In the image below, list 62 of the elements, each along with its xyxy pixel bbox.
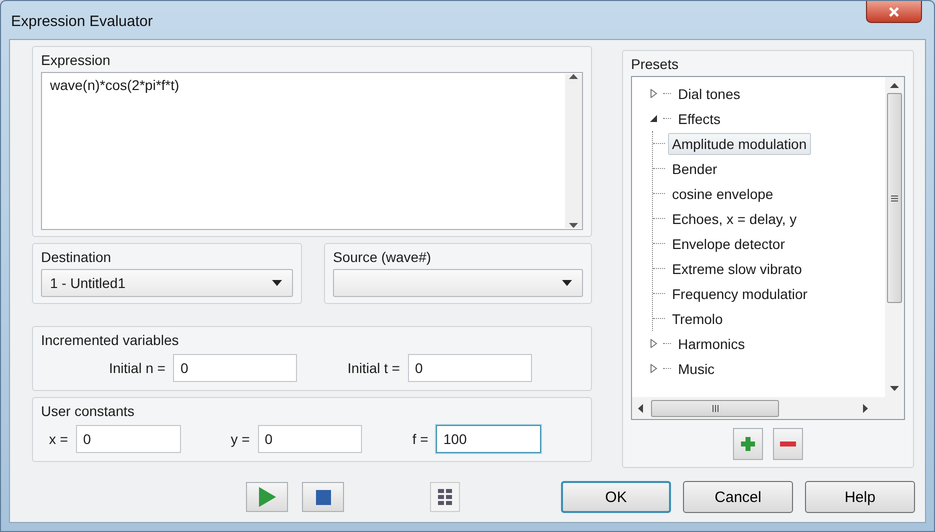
tree-item[interactable]: Bender — [668, 158, 722, 180]
expression-field[interactable]: wave(n)*cos(2*pi*f*t) — [41, 72, 583, 230]
grid-icon — [438, 489, 452, 505]
up-arrow-icon — [890, 83, 899, 88]
play-icon — [258, 487, 276, 507]
minus-icon — [780, 441, 796, 447]
down-arrow-icon — [569, 223, 578, 228]
window-title: Expression Evaluator — [11, 13, 153, 30]
collapsed-arrow-icon[interactable] — [648, 89, 658, 98]
tree-item[interactable]: cosine envelope — [668, 182, 778, 204]
horizontal-scrollbar[interactable] — [632, 397, 904, 419]
add-button[interactable] — [733, 428, 763, 460]
tree-item[interactable]: Echoes, x = delay, y — [668, 208, 801, 230]
field-label: x = — [49, 431, 68, 447]
field-label: y = — [230, 431, 250, 447]
play-button[interactable] — [246, 482, 288, 512]
input-field[interactable]: 100 — [436, 425, 541, 453]
group-label: Expression — [41, 52, 110, 68]
left-arrow-icon — [638, 404, 643, 412]
dialog-button[interactable]: Cancel — [683, 481, 793, 513]
collapsed-arrow-icon[interactable] — [648, 339, 658, 348]
group-label: Presets — [631, 56, 678, 72]
tree-item[interactable]: Tremolo — [668, 308, 727, 330]
tree-item[interactable]: Envelope detector — [668, 232, 789, 254]
stop-icon — [316, 490, 330, 504]
tree-item[interactable]: Music — [674, 358, 719, 380]
group-label: Incremented variables — [41, 332, 179, 348]
plus-icon — [740, 436, 756, 452]
grid-button[interactable] — [430, 482, 460, 512]
expanded-arrow-icon[interactable] — [648, 114, 658, 123]
vertical-scrollbar[interactable] — [885, 77, 904, 397]
down-arrow-icon — [890, 386, 899, 391]
field-label: Initial t = — [347, 360, 400, 376]
group-label: User constants — [41, 403, 134, 419]
tree-item[interactable]: Frequency modulatior — [668, 282, 812, 304]
input-field[interactable]: 0 — [76, 425, 181, 453]
up-arrow-icon — [569, 74, 578, 79]
field-label: Initial n = — [109, 360, 166, 376]
tree-item[interactable]: Extreme slow vibrato — [668, 258, 806, 280]
grip-icon — [712, 404, 718, 412]
input-field[interactable]: 0 — [258, 425, 362, 453]
input-field[interactable]: 0 — [408, 354, 532, 382]
group-label: Source (wave#) — [333, 249, 432, 265]
right-arrow-icon — [863, 404, 868, 412]
collapsed-arrow-icon[interactable] — [648, 364, 658, 373]
remove-button[interactable] — [773, 428, 803, 460]
tree-item[interactable]: Harmonics — [674, 332, 749, 354]
caret-icon — [272, 280, 282, 286]
close-icon — [888, 6, 900, 18]
stop-button[interactable] — [302, 482, 344, 512]
dialog-button[interactable]: OK — [561, 481, 671, 513]
dialog-button[interactable]: Help — [805, 481, 915, 513]
tree-item[interactable]: Dial tones — [674, 82, 744, 104]
tree-item[interactable]: Amplitude modulation — [668, 132, 811, 154]
group-label: Destination — [41, 249, 112, 265]
tree-item[interactable]: Effects — [674, 108, 725, 130]
grip-icon — [891, 194, 898, 202]
field-label: f = — [412, 431, 428, 447]
input-field[interactable]: 0 — [173, 354, 298, 382]
dropdown[interactable]: 1 - Untitled1 — [41, 269, 293, 297]
caret-icon — [562, 280, 572, 286]
close-button[interactable] — [866, 1, 922, 23]
